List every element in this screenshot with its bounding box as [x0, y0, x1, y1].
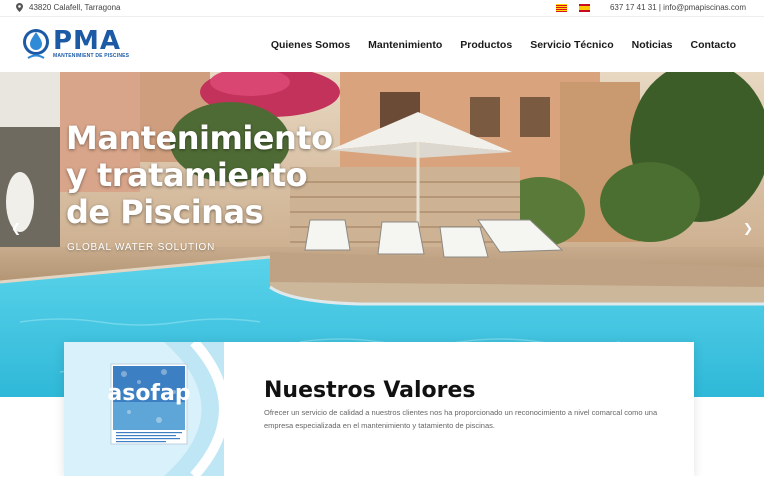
hero-title: Mantenimiento y tratamiento de Piscinas	[66, 120, 333, 231]
chevron-left-icon: ❮	[10, 221, 22, 235]
values-heading: Nuestros Valores	[264, 378, 476, 403]
asofap-badge-panel: asofap	[64, 342, 224, 476]
es-flag-icon[interactable]	[579, 4, 590, 12]
location-text: 43820 Calafell, Tarragona	[29, 3, 121, 12]
map-pin-icon	[16, 3, 23, 12]
values-description: Ofrecer un servicio de calidad a nuestro…	[264, 408, 658, 430]
hero-title-line-1: Mantenimiento	[66, 119, 333, 157]
nav-quienes-somos[interactable]: Quienes Somos	[271, 39, 350, 51]
language-switcher	[556, 4, 590, 12]
cat-flag-icon[interactable]	[556, 4, 567, 12]
hero-title-line-3: de Piscinas	[66, 193, 264, 231]
values-section: asofap Nuestros Valores Ofrecer un servi…	[64, 342, 694, 476]
contact-info[interactable]: 637 17 41 31 | info@pmapiscinas.com	[610, 3, 746, 12]
hero-tagline: GLOBAL WATER SOLUTION	[67, 242, 216, 253]
slider-prev-button[interactable]: ❮	[8, 219, 24, 237]
logo-subtitle: MANTENIMIENT DE PISCINES	[53, 52, 130, 59]
logo-text: PMA	[53, 25, 122, 56]
nav-contacto[interactable]: Contacto	[691, 39, 737, 51]
chevron-right-icon: ❯	[742, 221, 754, 235]
nav-noticias[interactable]: Noticias	[632, 39, 673, 51]
hero-title-line-2: y tratamiento	[66, 156, 308, 194]
page-bottom	[0, 476, 764, 502]
nav-productos[interactable]: Productos	[460, 39, 512, 51]
site-header: PMA MANTENIMIENT DE PISCINES Quienes Som…	[0, 17, 764, 72]
location: 43820 Calafell, Tarragona	[16, 3, 120, 12]
top-bar: 43820 Calafell, Tarragona 637 17 41 31 |…	[0, 0, 764, 17]
main-nav: Quienes Somos Mantenimiento Productos Se…	[271, 39, 736, 51]
nav-servicio-tecnico[interactable]: Servicio Técnico	[530, 39, 613, 51]
nav-mantenimiento[interactable]: Mantenimiento	[368, 39, 442, 51]
asofap-badge-text: asofap	[107, 381, 190, 406]
site-logo[interactable]: PMA MANTENIMIENT DE PISCINES	[22, 27, 129, 61]
water-drop-logo-icon	[23, 29, 49, 59]
slider-next-button[interactable]: ❯	[740, 219, 756, 237]
